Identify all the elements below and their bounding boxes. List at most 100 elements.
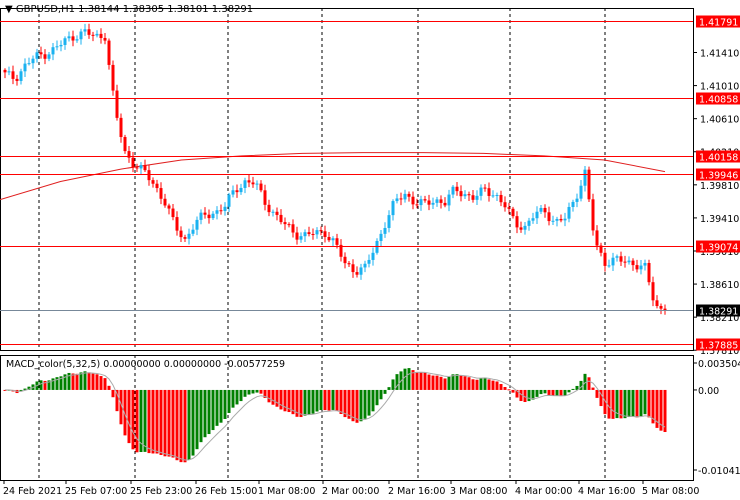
candle-body [83,29,87,32]
candle-body [395,198,399,202]
candle-body [231,190,235,195]
x-tick-label: 24 Feb 2021 [3,486,62,497]
candle-body [71,36,75,41]
candle-body [635,265,639,270]
macd-bar [363,389,367,419]
candle-body [543,207,547,213]
candle-body [623,261,627,263]
candle-body [655,300,659,307]
candle-body [463,194,467,197]
macd-bar [439,376,443,390]
candle-body [523,225,527,230]
macd-bar [499,384,503,390]
candle-body [263,190,267,205]
macd-bar [283,389,287,412]
candle-body [111,64,115,91]
chart-canvas[interactable]: 1.414101.410101.406101.402101.398101.394… [0,0,740,500]
candle-body [51,47,55,55]
macd-bar [483,377,487,390]
y-tick-label: 1.39410 [700,214,739,225]
macd-bar [463,376,467,390]
macd-bar [211,389,215,431]
chart-window[interactable]: 1.414101.410101.406101.402101.398101.394… [0,0,740,500]
candle-body [431,202,435,205]
candle-body [559,218,563,221]
macd-bar [359,389,363,422]
macd-bar [219,389,223,423]
macd-bar [235,389,239,405]
candle-body [591,199,595,231]
macd-bar [631,389,635,417]
macd-bar [151,389,155,454]
macd-bar [131,389,135,450]
candle-body [271,211,275,213]
macd-bar [391,379,395,390]
candle-body [359,267,363,275]
macd-bar [199,389,203,443]
candle-body [611,257,615,266]
dropdown-triangle-icon[interactable]: ▼ [5,4,13,15]
candle-body [75,39,79,41]
candle-body [391,201,395,216]
macd-bar [403,368,407,390]
macd-bar [143,389,147,452]
candle-body [167,205,171,209]
y-tick-label: 1.39810 [700,181,739,192]
level-label: 1.37885 [699,341,738,352]
candle-body [315,230,319,235]
macd-bar [479,378,483,390]
candle-body [7,71,11,73]
macd-bar [639,389,643,417]
candle-body [515,216,519,228]
candle-body [123,137,127,152]
macd-bar [387,387,391,390]
macd-bar [207,389,211,435]
macd-bar [303,389,307,416]
candle-body [11,71,15,79]
macd-bar [551,389,555,396]
macd-bar [627,389,631,418]
macd-bar [91,373,95,390]
candle-body [615,256,619,258]
candle-body [139,165,143,169]
macd-bar [443,378,447,390]
moving-average-line [0,152,666,201]
macd-bar [175,389,179,461]
macd-bar [539,389,543,395]
candle-body [187,233,191,239]
candle-body [247,180,251,183]
macd-bar [555,389,559,396]
candle-body [235,190,239,193]
macd-bar [355,389,359,423]
candle-body [135,167,139,169]
macd-bar [231,389,235,408]
candle-body [323,231,327,237]
macd-bar [571,388,575,390]
candle-body [539,207,543,212]
candle-body [347,263,351,265]
candle-body [19,71,23,81]
candle-body [255,183,259,185]
candle-body [115,90,119,118]
macd-bar [427,374,431,390]
macd-bar [423,372,427,390]
macd-bar [495,381,499,390]
candle-body [579,185,583,199]
macd-bar [455,374,459,390]
candle-body [131,157,135,168]
macd-bar [487,379,491,390]
macd-bar [339,389,343,414]
candle-body [651,282,655,301]
candle-body [259,183,263,191]
candle-body [211,213,215,219]
candle-body [283,222,287,225]
macd-bar [127,389,131,444]
macd-bar [591,387,595,390]
candle-body [403,193,407,200]
macd-bar [503,387,507,390]
candle-body [295,232,299,240]
candle-body [31,58,35,64]
macd-bar [471,379,475,390]
candle-body [639,265,643,270]
candle-body [535,211,539,219]
